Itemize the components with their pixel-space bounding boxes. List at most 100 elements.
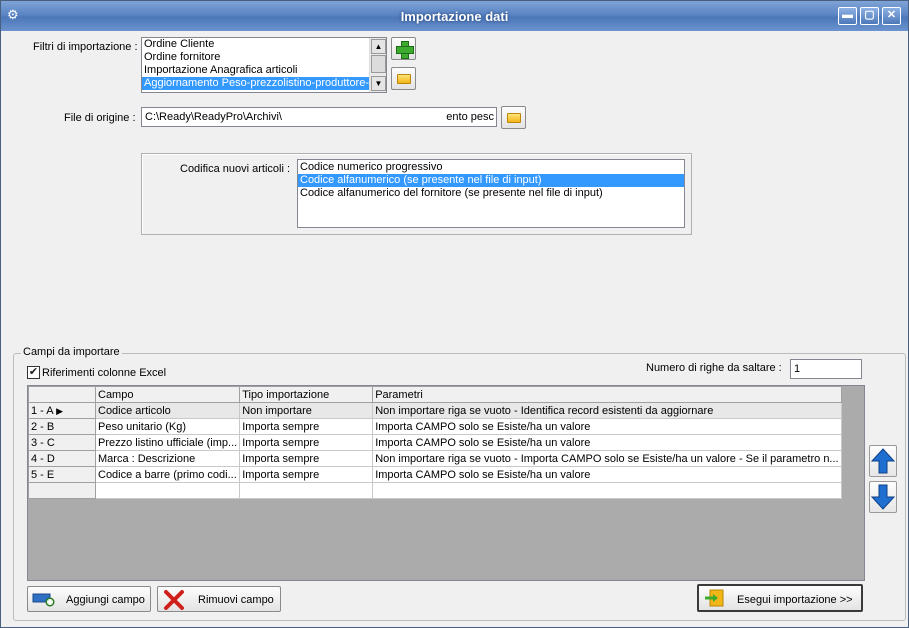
tipo-cell[interactable]: Importa sempre	[239, 450, 374, 467]
campo-cell-text: Marca : Descrizione	[98, 452, 196, 465]
codifica-list-item[interactable]: Codice alfanumerico del fornitore (se pr…	[298, 187, 684, 200]
add-field-button[interactable]: Aggiungi campo	[27, 586, 151, 612]
parametri-cell[interactable]: Non importare riga se vuoto - Importa CA…	[372, 450, 842, 467]
parametri-cell[interactable]: Importa CAMPO solo se Esiste/ha un valor…	[372, 434, 842, 451]
parametri-cell[interactable]: Importa CAMPO solo se Esiste/ha un valor…	[372, 466, 842, 483]
move-down-button[interactable]	[869, 481, 897, 513]
excel-refs-label: Riferimenti colonne Excel	[42, 367, 167, 379]
campo-cell[interactable]: Marca : Descrizione	[94, 450, 241, 467]
browse-file-button[interactable]	[501, 106, 526, 129]
scroll-down-icon[interactable]: ▼	[371, 76, 386, 91]
table-row[interactable]: 2 - B Peso unitario (Kg) Importa sempre Imp…	[28, 418, 842, 435]
column-header-tipo[interactable]: Tipo importazione	[239, 386, 374, 403]
parametri-cell[interactable]: Non importare riga se vuoto - Identifica…	[372, 402, 842, 419]
filters-label: Filtri di importazione :	[33, 41, 138, 53]
table-row[interactable]: 1 - A ▶ Codice articolo Non importare Non i…	[28, 402, 842, 419]
campo-cell[interactable]: Prezzo listino ufficiale (imp...	[94, 434, 241, 451]
maximize-button[interactable]: ▢	[860, 7, 879, 25]
column-header-parametri[interactable]: Parametri	[372, 386, 842, 403]
window-title: Importazione dati	[400, 9, 509, 24]
row-ref-cell-text: 1 - A	[31, 404, 54, 417]
empty-cell[interactable]	[28, 482, 96, 499]
add-field-label: Aggiungi campo	[66, 594, 145, 606]
scroll-thumb[interactable]	[371, 55, 386, 73]
campo-cell-text: Prezzo listino ufficiale (imp...	[98, 436, 238, 449]
file-label: File di origine :	[64, 112, 136, 124]
filters-list-item[interactable]: Ordine fornitore	[142, 51, 386, 64]
tipo-cell-text: Importa sempre	[242, 452, 320, 465]
row-ref-cell-text: 5 - E	[31, 468, 55, 481]
row-ref-cell[interactable]: 1 - A ▶	[28, 402, 96, 419]
tipo-cell-text: Non importare	[242, 404, 312, 417]
fields-grid[interactable]: Campo Tipo importazione Parametri 1 - A …	[27, 385, 865, 581]
empty-cell[interactable]	[372, 482, 842, 499]
tipo-cell-text: Importa sempre	[242, 420, 320, 433]
arrow-up-icon	[870, 448, 896, 474]
source-file-input[interactable]: C:\Ready\ReadyPro\Archivi\ ento pesc	[141, 107, 497, 127]
skip-rows-input[interactable]: 1	[790, 359, 862, 379]
import-icon	[705, 589, 724, 607]
title-bar[interactable]: ⚙ Importazione dati ▬ ▢ ✕	[1, 1, 908, 31]
scroll-up-icon[interactable]: ▲	[371, 39, 386, 54]
add-field-icon	[32, 593, 55, 607]
move-up-button[interactable]	[869, 445, 897, 477]
run-import-label: Esegui importazione >>	[737, 594, 853, 606]
tipo-cell[interactable]: Importa sempre	[239, 466, 374, 483]
row-ref-cell[interactable]: 4 - D	[28, 450, 96, 467]
campo-cell-text: Codice a barre (primo codi...	[98, 468, 237, 481]
parametri-cell-text: Non importare riga se vuoto - Importa CA…	[375, 452, 839, 465]
row-ref-cell-text: 4 - D	[31, 452, 55, 465]
run-import-button[interactable]: Esegui importazione >>	[697, 584, 863, 612]
tipo-cell[interactable]: Non importare	[239, 402, 374, 419]
remove-field-button[interactable]: Rimuovi campo	[157, 586, 281, 612]
campo-cell-text: Codice articolo	[98, 404, 171, 417]
dialog-body: Filtri di importazione : Ordine Cliente O…	[5, 31, 906, 625]
parametri-cell-text: Importa CAMPO solo se Esiste/ha un valor…	[375, 420, 591, 433]
skip-rows-label: Numero di righe da saltare :	[646, 362, 782, 374]
grid-corner-cell	[28, 386, 96, 403]
excel-refs-checkbox[interactable]: ✔	[27, 366, 40, 379]
parametri-cell-text: Importa CAMPO solo se Esiste/ha un valor…	[375, 468, 591, 481]
plus-icon	[396, 41, 414, 59]
campo-cell[interactable]: Codice a barre (primo codi...	[94, 466, 241, 483]
add-filter-button[interactable]	[391, 37, 416, 60]
file-path-end: ento pesc	[446, 111, 494, 123]
column-header-campo[interactable]: Campo	[94, 386, 241, 403]
campo-cell[interactable]: Peso unitario (Kg)	[94, 418, 241, 435]
empty-cell[interactable]	[94, 482, 241, 499]
filters-scrollbar[interactable]: ▲ ▼	[369, 38, 386, 92]
table-row-empty[interactable]	[28, 482, 842, 499]
tipo-cell-text: Importa sempre	[242, 468, 320, 481]
tipo-cell-text: Importa sempre	[242, 436, 320, 449]
tipo-cell[interactable]: Importa sempre	[239, 418, 374, 435]
filters-list-item[interactable]: Aggiornamento Peso-prezzolistino-produtt…	[142, 77, 386, 90]
tipo-cell[interactable]: Importa sempre	[239, 434, 374, 451]
codifica-list[interactable]: Codice numerico progressivo Codice alfanu…	[297, 159, 685, 228]
table-row[interactable]: 5 - E Codice a barre (primo codi... Import…	[28, 466, 842, 483]
codifica-panel: Codifica nuovi articoli : Codice numeric…	[141, 153, 692, 235]
close-button[interactable]: ✕	[882, 7, 901, 25]
row-ref-cell[interactable]: 3 - C	[28, 434, 96, 451]
campo-cell[interactable]: Codice articolo	[94, 402, 241, 419]
filters-list-item[interactable]: Ordine Cliente	[142, 38, 386, 51]
minimize-button[interactable]: ▬	[838, 7, 857, 25]
table-row[interactable]: 4 - D Marca : Descrizione Importa sempre No…	[28, 450, 842, 467]
parametri-cell-text: Importa CAMPO solo se Esiste/ha un valor…	[375, 436, 591, 449]
filters-list-item[interactable]: Importazione Anagrafica articoli	[142, 64, 386, 77]
row-ref-cell[interactable]: 2 - B	[28, 418, 96, 435]
table-row[interactable]: 3 - C Prezzo listino ufficiale (imp... Imp…	[28, 434, 842, 451]
parametri-cell-text: Non importare riga se vuoto - Identifica…	[375, 404, 714, 417]
row-ref-cell-text: 3 - C	[31, 436, 55, 449]
codifica-list-item[interactable]: Codice alfanumerico (se presente nel fil…	[298, 174, 684, 187]
codifica-label: Codifica nuovi articoli :	[180, 163, 291, 175]
file-path-start: C:\Ready\ReadyPro\Archivi\	[145, 111, 282, 123]
current-row-indicator-icon: ▶	[53, 405, 64, 416]
parametri-cell[interactable]: Importa CAMPO solo se Esiste/ha un valor…	[372, 418, 842, 435]
codifica-list-item[interactable]: Codice numerico progressivo	[298, 161, 684, 174]
row-ref-cell[interactable]: 5 - E	[28, 466, 96, 483]
empty-cell[interactable]	[239, 482, 374, 499]
open-filter-button[interactable]	[391, 67, 416, 90]
campo-cell-text: Peso unitario (Kg)	[98, 420, 187, 433]
import-window: ⚙ Importazione dati ▬ ▢ ✕ Filtri di impo…	[0, 0, 909, 628]
filters-list[interactable]: Ordine Cliente Ordine fornitore Importazio…	[141, 37, 387, 93]
